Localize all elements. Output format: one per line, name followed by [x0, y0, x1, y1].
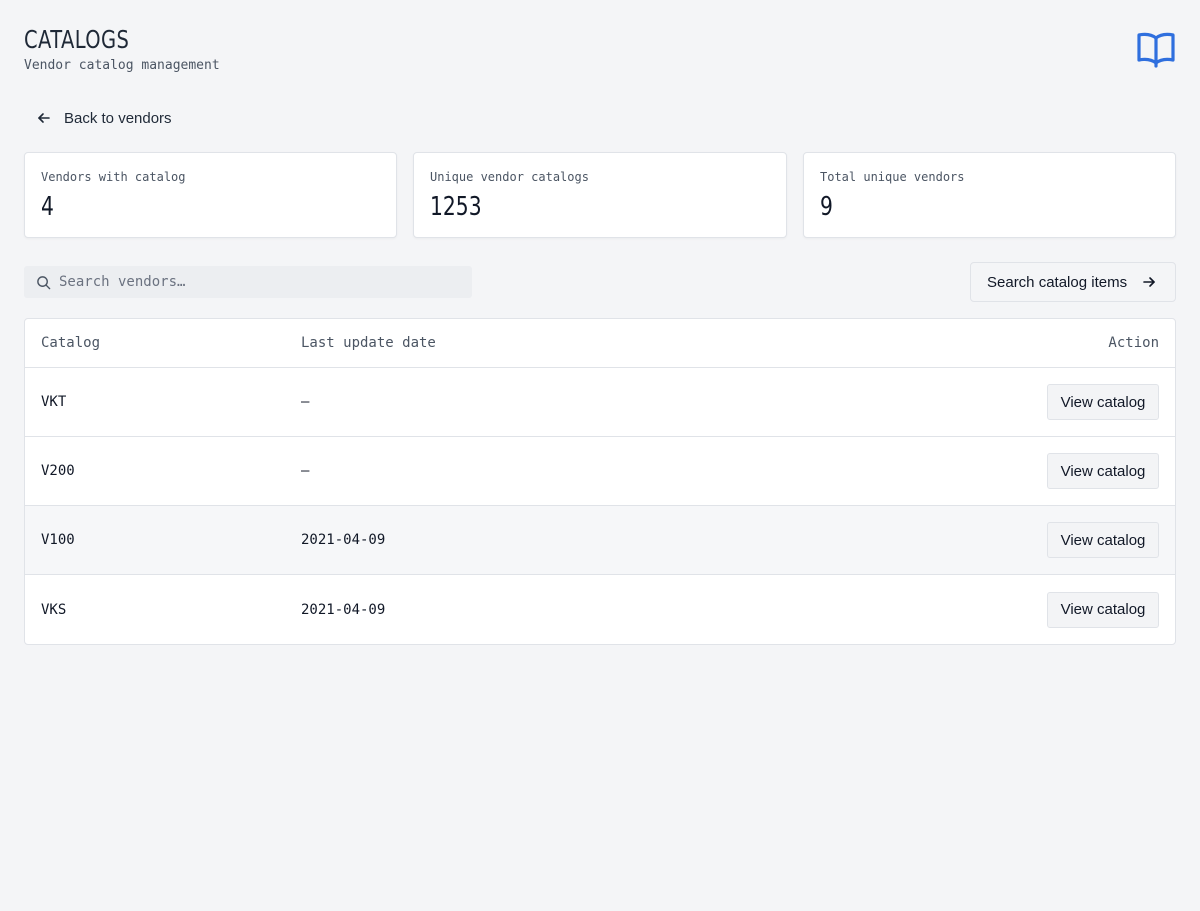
back-link-label: Back to vendors: [64, 109, 172, 127]
stat-value: 4: [41, 192, 54, 222]
back-to-vendors-link[interactable]: Back to vendors: [24, 102, 180, 134]
page-title: CATALOGS: [24, 25, 130, 54]
stat-value: 9: [820, 192, 833, 222]
table-row: VKT — View catalog: [25, 368, 1175, 437]
column-header-last-update: Last update date: [301, 335, 436, 351]
last-update-cell: 2021-04-09: [301, 532, 386, 548]
search-catalog-items-label: Search catalog items: [987, 273, 1128, 291]
search-catalog-items-button[interactable]: Search catalog items: [970, 262, 1176, 302]
catalog-cell: VKT: [41, 394, 67, 410]
arrow-right-icon: [1143, 277, 1155, 287]
stat-card-unique-vendor-catalogs: Unique vendor catalogs 1253: [413, 152, 787, 238]
arrow-left-icon: [38, 113, 50, 123]
table-row: V200 — View catalog: [25, 437, 1175, 506]
stat-card-total-unique-vendors: Total unique vendors 9: [803, 152, 1176, 238]
vendor-search-box[interactable]: [24, 266, 472, 298]
table-row: VKS 2021-04-09 View catalog: [25, 575, 1175, 644]
catalog-cell: V100: [41, 532, 75, 548]
view-catalog-button[interactable]: View catalog: [1047, 591, 1159, 628]
open-book-icon: [1137, 32, 1175, 68]
last-update-cell: —: [301, 463, 310, 479]
view-catalog-button[interactable]: View catalog: [1047, 384, 1159, 420]
page-subtitle: Vendor catalog management: [24, 58, 220, 73]
view-catalog-button[interactable]: View catalog: [1047, 453, 1159, 489]
stat-value: 1253: [430, 192, 482, 222]
stat-label: Total unique vendors: [820, 170, 965, 184]
catalog-cell: V200: [41, 463, 75, 479]
view-catalog-button[interactable]: View catalog: [1047, 522, 1159, 558]
column-header-action: Action: [1108, 335, 1159, 351]
vendor-search-input[interactable]: [59, 274, 459, 290]
stat-label: Unique vendor catalogs: [430, 170, 589, 184]
table-row: V100 2021-04-09 View catalog: [25, 506, 1175, 575]
search-icon: [37, 275, 51, 289]
stat-card-vendors-with-catalog: Vendors with catalog 4: [24, 152, 397, 238]
last-update-cell: 2021-04-09: [301, 601, 386, 618]
catalogs-table: Catalog Last update date Action VKT — Vi…: [24, 318, 1176, 645]
catalog-cell: VKS: [41, 601, 67, 618]
table-header: Catalog Last update date Action: [25, 319, 1175, 368]
stat-label: Vendors with catalog: [41, 170, 186, 184]
page-header: CATALOGS Vendor catalog management: [24, 24, 220, 75]
last-update-cell: —: [301, 394, 310, 410]
column-header-catalog: Catalog: [41, 335, 101, 351]
